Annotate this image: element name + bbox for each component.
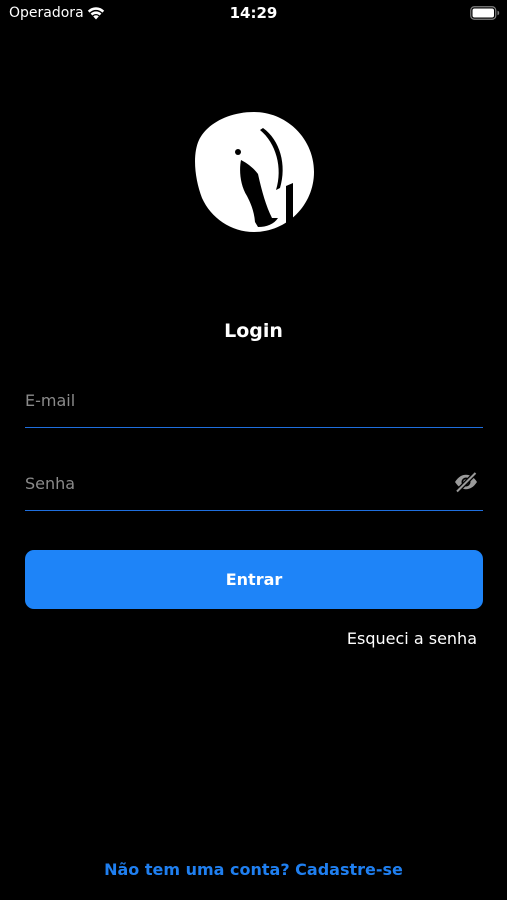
status-time: 14:29 xyxy=(229,4,278,22)
page-title: Login xyxy=(224,320,283,342)
eye-off-icon[interactable] xyxy=(453,469,479,495)
login-button[interactable]: Entrar xyxy=(25,550,483,609)
elephant-logo-icon xyxy=(195,112,314,232)
status-bar: Operadora 14:29 xyxy=(0,0,507,30)
password-field[interactable] xyxy=(25,464,483,511)
signup-link[interactable]: Não tem uma conta? Cadastre-se xyxy=(0,860,507,879)
email-field[interactable] xyxy=(25,381,483,428)
password-input[interactable] xyxy=(25,468,435,498)
battery-icon xyxy=(470,6,500,20)
forgot-password-link[interactable]: Esqueci a senha xyxy=(347,629,477,648)
email-input[interactable] xyxy=(25,385,435,415)
